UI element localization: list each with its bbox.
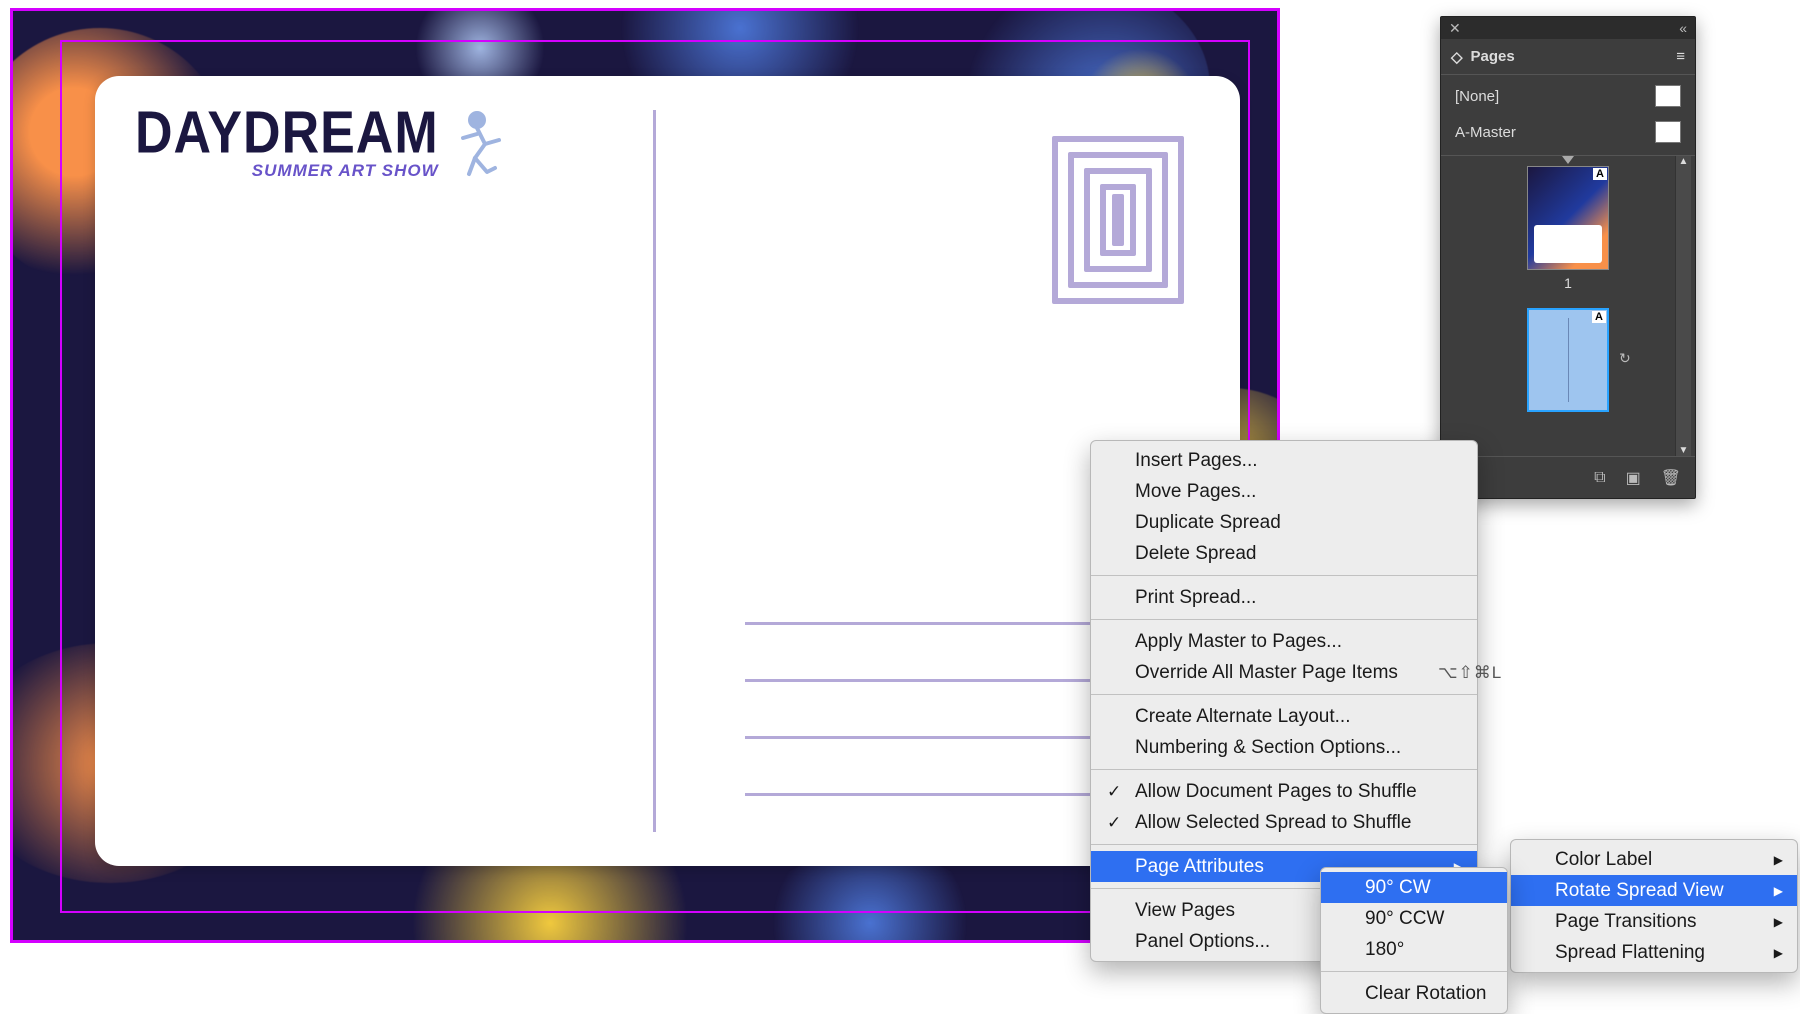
logo-block: DAYDREAM SUMMER ART SHOW (135, 110, 515, 188)
expand-toggle-icon[interactable]: ◇ (1451, 48, 1463, 66)
master-label: [None] (1455, 88, 1499, 105)
panel-scrollbar[interactable]: ▲ ▼ (1675, 156, 1691, 456)
ctx-main-label: Insert Pages... (1135, 450, 1258, 472)
ctx-main-item[interactable]: Allow Document Pages to Shuffle (1091, 776, 1477, 807)
master-badge: A (1592, 311, 1606, 323)
ctx-rotate-item[interactable]: 90° CW (1321, 872, 1507, 903)
keyboard-shortcut: ⌥⇧⌘L (1398, 663, 1502, 683)
ctx-main-label: Print Spread... (1135, 587, 1256, 609)
ctx-main-separator (1091, 619, 1477, 620)
ctx-main-item[interactable]: Insert Pages... (1091, 445, 1477, 476)
ctx-main-item[interactable]: Move Pages... (1091, 476, 1477, 507)
logo-title: DAYDREAM (135, 106, 439, 160)
context-submenu-rotate-spread[interactable]: 90° CW 90° CCW 180° Clear Rotation (1320, 867, 1508, 1014)
postcard-divider (653, 110, 656, 832)
master-row-a[interactable]: A-Master (1455, 121, 1681, 143)
pages-list[interactable]: A 1 A ↻ ▲ ▼ (1441, 156, 1695, 456)
postcard-card[interactable]: DAYDREAM SUMMER ART SHOW (95, 76, 1240, 866)
panel-title: Pages (1471, 48, 1515, 65)
edit-page-size-icon[interactable]: ⧉ (1594, 469, 1605, 487)
ctx-main-label: Numbering & Section Options... (1135, 737, 1401, 759)
ctx-rotate-item[interactable]: 180° (1321, 934, 1507, 965)
rotated-spread-icon: ↻ (1619, 350, 1639, 370)
ctx-main-label: Allow Document Pages to Shuffle (1135, 781, 1417, 803)
ctx-main-label: Delete Spread (1135, 543, 1256, 565)
ctx-main-label: Allow Selected Spread to Shuffle (1135, 812, 1411, 834)
ctx-main-label: Page Attributes (1135, 856, 1264, 878)
scroll-up-icon[interactable]: ▲ (1679, 156, 1689, 167)
master-badge: A (1593, 168, 1607, 180)
spine-marker-icon (1562, 156, 1574, 166)
ctx-main-separator (1091, 769, 1477, 770)
collapse-icon[interactable]: « (1679, 20, 1687, 36)
ctx-main-label: Apply Master to Pages... (1135, 631, 1342, 653)
ctx-main-separator (1091, 844, 1477, 845)
new-page-icon[interactable]: ▣ (1626, 468, 1641, 488)
master-pages-section[interactable]: [None] A-Master (1441, 75, 1695, 156)
ctx-attr-label: Spread Flattening (1555, 942, 1705, 964)
close-icon[interactable]: ✕ (1449, 20, 1461, 37)
decorative-swirl (750, 853, 990, 943)
panel-footer: ▭ ⧉ ▣ 🗑 (1441, 456, 1695, 498)
postage-stamp (1052, 136, 1184, 304)
ctx-main-item[interactable]: Duplicate Spread (1091, 507, 1477, 538)
ctx-main-label: Create Alternate Layout... (1135, 706, 1350, 728)
ctx-attr-item[interactable]: Color Label (1511, 844, 1797, 875)
ctx-main-label: Panel Options... (1135, 931, 1270, 953)
page-thumbnail-1[interactable]: A 1 (1527, 166, 1609, 270)
panel-tabbar: ◇ Pages ≡ (1441, 39, 1695, 75)
ctx-rotate-label: 180° (1365, 939, 1404, 961)
ctx-rotate-label: 90° CCW (1365, 908, 1444, 930)
ctx-attr-item[interactable]: Rotate Spread View (1511, 875, 1797, 906)
master-thumb[interactable] (1655, 121, 1681, 143)
ctx-attr-label: Color Label (1555, 849, 1652, 871)
ctx-rotate-item[interactable]: 90° CCW (1321, 903, 1507, 934)
ctx-main-separator (1091, 694, 1477, 695)
ctx-main-item[interactable]: Allow Selected Spread to Shuffle (1091, 807, 1477, 838)
ctx-main-item[interactable]: Override All Master Page Items⌥⇧⌘L (1091, 657, 1477, 688)
panel-titlebar[interactable]: ✕ « (1441, 17, 1695, 39)
pages-panel[interactable]: ✕ « ◇ Pages ≡ [None] A-Master A 1 (1440, 16, 1696, 499)
master-thumb[interactable] (1655, 85, 1681, 107)
ctx-main-item[interactable]: Numbering & Section Options... (1091, 732, 1477, 763)
scroll-down-icon[interactable]: ▼ (1679, 445, 1689, 456)
context-submenu-page-attributes[interactable]: Color Label Rotate Spread View Page Transi… (1510, 839, 1798, 973)
ctx-main-item[interactable]: Create Alternate Layout... (1091, 701, 1477, 732)
ctx-attr-label: Page Transitions (1555, 911, 1697, 933)
ctx-rotate-separator (1321, 971, 1507, 972)
master-label: A-Master (1455, 124, 1516, 141)
ctx-main-item[interactable]: Print Spread... (1091, 582, 1477, 613)
ctx-attr-label: Rotate Spread View (1555, 880, 1724, 902)
runner-icon (455, 110, 515, 188)
ctx-main-item[interactable]: Delete Spread (1091, 538, 1477, 569)
ctx-rotate-label: 90° CW (1365, 877, 1431, 899)
ctx-main-label: Duplicate Spread (1135, 512, 1281, 534)
master-row-none[interactable]: [None] (1455, 85, 1681, 107)
ctx-main-item[interactable]: Apply Master to Pages... (1091, 626, 1477, 657)
ctx-main-label: Move Pages... (1135, 481, 1256, 503)
page-number: 1 (1528, 275, 1608, 291)
ctx-main-label: View Pages (1135, 900, 1235, 922)
ctx-attr-item[interactable]: Page Transitions (1511, 906, 1797, 937)
panel-menu-icon[interactable]: ≡ (1676, 48, 1685, 65)
ctx-rotate-item[interactable]: Clear Rotation (1321, 978, 1507, 1009)
ctx-rotate-label: Clear Rotation (1365, 983, 1486, 1005)
ctx-attr-item[interactable]: Spread Flattening (1511, 937, 1797, 968)
page-thumbnail-2[interactable]: A (1527, 308, 1609, 412)
delete-page-icon[interactable]: 🗑 (1661, 468, 1681, 488)
ctx-main-separator (1091, 575, 1477, 576)
ctx-main-label: Override All Master Page Items (1135, 662, 1398, 684)
